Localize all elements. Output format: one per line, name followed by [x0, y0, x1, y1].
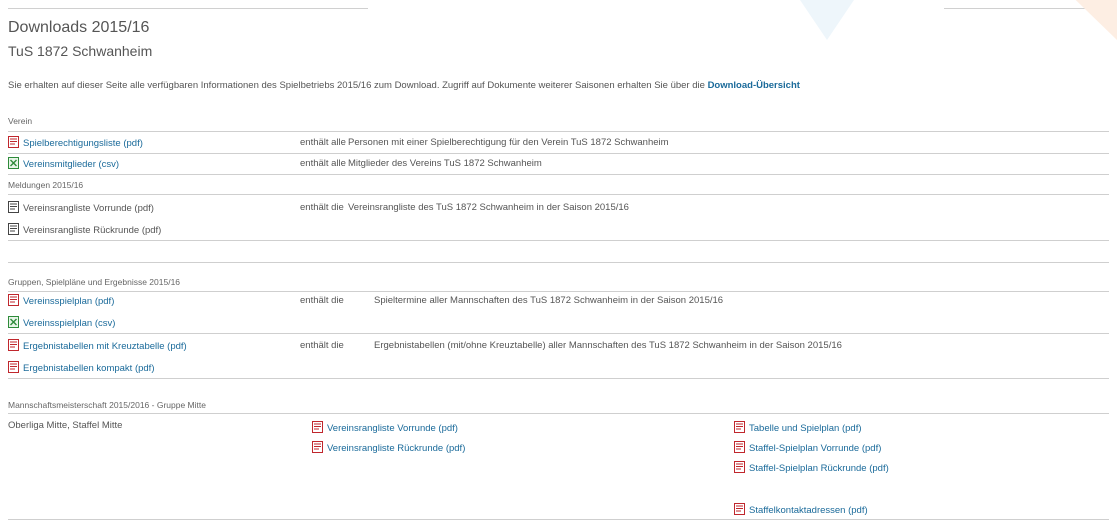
list-item[interactable]: Vereinsrangliste Vorrunde (pdf) — [312, 421, 458, 436]
pdf-icon — [8, 339, 19, 351]
vereinsspielplan-pdf-link[interactable]: Vereinsspielplan (pdf) — [23, 296, 114, 307]
row-divider — [8, 378, 1109, 379]
description-text: Ergebnistabellen (mit/ohne Kreuztabelle)… — [374, 340, 842, 351]
list-item[interactable]: Vereinsrangliste Rückrunde (pdf) — [312, 441, 465, 456]
staffelkontaktadressen-link[interactable]: Staffelkontaktadressen (pdf) — [749, 505, 868, 516]
list-item[interactable]: Staffel-Spielplan Vorrunde (pdf) — [734, 441, 881, 456]
row-divider — [8, 413, 1109, 414]
row-divider — [8, 240, 1109, 241]
list-item: Vereinsrangliste Rückrunde (pdf) — [8, 223, 161, 238]
description-prefix: enthält alle — [300, 158, 346, 169]
ergebnistabellen-kompakt-link[interactable]: Ergebnistabellen kompakt (pdf) — [23, 363, 155, 374]
list-item[interactable]: Vereinsspielplan (csv) — [8, 316, 115, 331]
section-mannschaft: Mannschaftsmeisterschaft 2015/2016 - Gru… — [8, 400, 206, 410]
description-prefix: enthält die — [300, 295, 344, 306]
pdf-icon — [8, 294, 19, 306]
row-divider — [8, 131, 1109, 132]
spielberechtigungsliste-link[interactable]: Spielberechtigungsliste (pdf) — [23, 138, 143, 149]
section-gruppen: Gruppen, Spielpläne und Ergebnisse 2015/… — [8, 277, 181, 287]
description-prefix: enthält alle — [300, 137, 346, 148]
staffel-spielplan-vorrunde-link[interactable]: Staffel-Spielplan Vorrunde (pdf) — [749, 443, 881, 454]
link-text-part: nsrangliste Rückrunde (pdf) — [348, 443, 466, 454]
vereinsrangliste-vorrunde-label: Vereinsrangliste Vorrunde (pdf) — [23, 203, 154, 214]
vereinsrangliste-rueckrunde-link[interactable]: Vereinsrangliste Rückrunde (pdf) — [327, 443, 465, 454]
row-divider — [8, 519, 1109, 520]
league-label: Oberliga Mitte, Staffel Mitte — [8, 420, 123, 431]
vereinsmitglieder-link[interactable]: Vereinsmitglieder (csv) — [23, 159, 119, 170]
decorative-shape-orange — [1075, 0, 1117, 40]
row-divider — [8, 262, 1109, 263]
list-item[interactable]: Spielberechtigungsliste (pdf) — [8, 136, 143, 151]
vereinsrangliste-vorrunde-link[interactable]: Vereinsrangliste Vorrunde (pdf) — [327, 423, 458, 434]
row-divider — [8, 153, 1109, 154]
page-title: Downloads 2015/16 — [8, 19, 150, 36]
ergebnistabellen-kreuztabelle-link[interactable]: Ergebnistabellen mit Kreuztabelle (pdf) — [23, 341, 187, 352]
tabelle-spielplan-link[interactable]: Tabelle und Spielplan (pdf) — [749, 423, 862, 434]
pdf-icon — [312, 441, 323, 453]
row-divider — [8, 174, 1109, 175]
decorative-shape-blue — [800, 0, 854, 40]
pdf-icon — [734, 421, 745, 433]
download-overview-link[interactable]: Download-Übersicht — [708, 80, 800, 91]
list-item: Vereinsrangliste Vorrunde (pdf) — [8, 201, 154, 216]
club-name: TuS 1872 Schwanheim — [8, 43, 153, 59]
list-item[interactable]: Vereinsmitglieder (csv) — [8, 157, 119, 172]
link-text-part: Verei — [327, 423, 349, 434]
intro-text: Sie erhalten auf dieser Seite alle verfü… — [8, 80, 800, 91]
description-text: Mitglieder des Vereins TuS 1872 Schwanhe… — [348, 158, 542, 169]
description-text: Spieltermine aller Mannschaften des TuS … — [374, 295, 724, 306]
link-text-part: Verei — [327, 443, 349, 454]
section-meldungen: Meldungen 2015/16 — [8, 180, 84, 190]
row-divider — [8, 194, 1109, 195]
description-text: Personen mit einer Spielberechtigung für… — [348, 137, 669, 148]
pdf-gray-icon — [8, 201, 19, 213]
csv-icon — [8, 157, 19, 169]
list-item[interactable]: Tabelle und Spielplan (pdf) — [734, 421, 862, 436]
list-item[interactable]: Staffel-Spielplan Rückrunde (pdf) — [734, 461, 889, 476]
link-text-part: nsrangliste Vorrunde (pdf) — [348, 423, 458, 434]
list-item[interactable]: Vereinsspielplan (pdf) — [8, 294, 114, 309]
vereinsspielplan-csv-link[interactable]: Vereinsspielplan (csv) — [23, 318, 115, 329]
csv-icon — [8, 316, 19, 328]
pdf-icon — [312, 421, 323, 433]
top-divider — [8, 8, 368, 9]
intro-sentence: Sie erhalten auf dieser Seite alle verfü… — [8, 80, 705, 91]
staffel-spielplan-rueckrunde-link[interactable]: Staffel-Spielplan Rückrunde (pdf) — [749, 463, 889, 474]
pdf-icon — [734, 441, 745, 453]
pdf-icon — [8, 136, 19, 148]
list-item[interactable]: Staffelkontaktadressen (pdf) — [734, 503, 868, 518]
pdf-gray-icon — [8, 223, 19, 235]
list-item[interactable]: Ergebnistabellen mit Kreuztabelle (pdf) — [8, 339, 187, 354]
pdf-icon — [734, 503, 745, 515]
description-prefix: enthält die — [300, 340, 344, 351]
description-prefix: enthält die — [300, 202, 344, 213]
section-verein: Verein — [8, 116, 33, 126]
row-divider — [8, 333, 1109, 334]
row-divider — [8, 291, 1109, 292]
list-item[interactable]: Ergebnistabellen kompakt (pdf) — [8, 361, 155, 376]
pdf-icon — [734, 461, 745, 473]
pdf-icon — [8, 361, 19, 373]
description-text: Vereinsrangliste des TuS 1872 Schwanheim… — [348, 202, 629, 213]
vereinsrangliste-rueckrunde-label: Vereinsrangliste Rückrunde (pdf) — [23, 225, 162, 236]
